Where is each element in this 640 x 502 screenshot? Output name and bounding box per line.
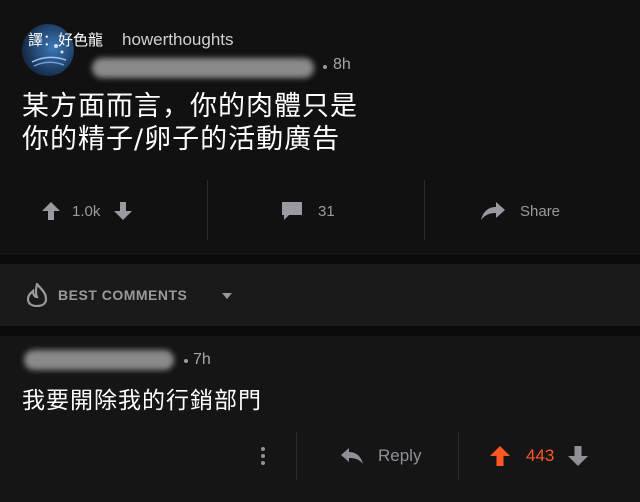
- sort-label: BEST COMMENTS: [58, 287, 188, 303]
- subreddit-name[interactable]: howerthoughts: [122, 30, 234, 50]
- share-label: Share: [520, 202, 561, 220]
- action-divider: [458, 432, 459, 480]
- comment-bubble-icon: [282, 202, 302, 220]
- downvote-arrow-icon[interactable]: [566, 444, 590, 468]
- post-title-line-2: 你的精子/卵子的活動廣告: [22, 124, 341, 155]
- reply-button[interactable]: Reply: [340, 438, 421, 474]
- post-card: 譯：好色龍 howerthoughts 8h 某方面而言，你的肉體只是 你的精子…: [0, 0, 640, 255]
- post-vote-count: 1.0k: [72, 202, 101, 220]
- post-title-line-1: 某方面而言，你的肉體只是: [22, 91, 358, 122]
- action-divider: [207, 180, 208, 240]
- redacted-username: [92, 58, 314, 78]
- action-divider: [424, 180, 425, 240]
- comment-count: 31: [318, 202, 335, 220]
- upvote-arrow-icon[interactable]: [488, 444, 512, 468]
- share-arrow-icon: [481, 202, 505, 220]
- comment-age: 7h: [193, 351, 211, 368]
- more-options-button[interactable]: [256, 438, 270, 474]
- post-age: 8h: [333, 56, 351, 73]
- sort-bar[interactable]: BEST COMMENTS: [0, 264, 640, 326]
- comments-button[interactable]: 31: [280, 193, 335, 229]
- translator-credit: 譯：好色龍: [28, 31, 104, 49]
- comment-score: 443: [526, 446, 555, 465]
- share-button[interactable]: Share: [480, 193, 560, 229]
- comment-card: 7h 我要開除我的行銷部門 Reply 443: [0, 336, 640, 502]
- redacted-commenter: [24, 350, 174, 370]
- post-vote-group: 1.0k: [40, 193, 134, 229]
- downvote-arrow-icon[interactable]: [112, 200, 134, 222]
- chevron-down-icon[interactable]: [221, 292, 233, 300]
- upvote-arrow-icon[interactable]: [40, 200, 62, 222]
- flame-icon: [26, 283, 48, 307]
- separator-dot: [323, 65, 327, 69]
- reply-label: Reply: [378, 446, 422, 465]
- comment-body: 我要開除我的行銷部門: [22, 388, 262, 414]
- separator-dot: [184, 359, 188, 363]
- post-title[interactable]: 某方面而言，你的肉體只是 你的精子/卵子的活動廣告: [22, 90, 612, 156]
- comment-vote-group: 443: [488, 438, 590, 474]
- reply-arrow-icon: [341, 448, 363, 464]
- more-dots-icon: [261, 447, 265, 465]
- action-divider: [296, 432, 297, 480]
